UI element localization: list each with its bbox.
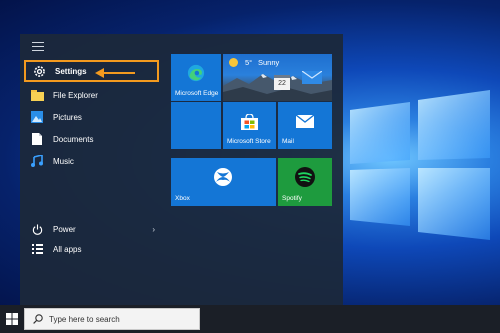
all-apps-label: All apps bbox=[53, 244, 82, 254]
weather-temp: 5° bbox=[245, 58, 253, 67]
power-icon bbox=[30, 222, 44, 236]
sidebar-item-label: Music bbox=[53, 156, 74, 166]
sidebar-item-label: Settings bbox=[55, 66, 87, 76]
arrow-annotation-icon bbox=[95, 68, 135, 78]
sun-icon bbox=[229, 58, 238, 67]
music-icon bbox=[30, 154, 44, 168]
tile-spotify[interactable]: Spotify bbox=[278, 158, 332, 206]
spotify-icon bbox=[295, 167, 315, 187]
sidebar-item-label: File Explorer bbox=[53, 90, 98, 100]
windows-logo-wallpaper bbox=[350, 90, 490, 240]
power-button[interactable]: Power › bbox=[24, 219, 159, 239]
pictures-icon bbox=[30, 110, 44, 124]
mail-icon bbox=[296, 115, 314, 128]
calendar-icon: 22 bbox=[274, 75, 290, 90]
tile-label: Spotify bbox=[282, 195, 302, 202]
taskbar: Type here to search bbox=[0, 305, 500, 333]
tile-label: Microsoft Store bbox=[227, 138, 271, 145]
mail-envelope-icon bbox=[302, 71, 322, 84]
weather-condition: Sunny bbox=[258, 58, 280, 67]
search-placeholder: Type here to search bbox=[49, 314, 120, 324]
tile-empty[interactable] bbox=[171, 102, 221, 149]
search-icon bbox=[33, 314, 43, 324]
store-bag-icon bbox=[241, 114, 258, 130]
document-icon bbox=[30, 132, 44, 146]
sidebar-item-music[interactable]: Music bbox=[24, 151, 158, 171]
all-apps-button[interactable]: All apps bbox=[24, 239, 158, 259]
calendar-day: 22 bbox=[278, 80, 286, 87]
folder-icon bbox=[30, 88, 44, 102]
tile-label: Mail bbox=[282, 138, 294, 145]
hamburger-menu-icon[interactable] bbox=[32, 42, 44, 52]
tile-weather[interactable]: 5° Sunny 22 bbox=[223, 54, 332, 101]
windows-start-icon[interactable] bbox=[6, 313, 18, 325]
tile-xbox[interactable]: Xbox bbox=[171, 158, 276, 206]
xbox-icon bbox=[214, 168, 232, 186]
chevron-right-icon: › bbox=[152, 224, 155, 234]
sidebar-item-pictures[interactable]: Pictures bbox=[24, 107, 158, 127]
tile-microsoft-edge[interactable]: Microsoft Edge bbox=[171, 54, 221, 101]
tile-label: Microsoft Edge bbox=[175, 90, 219, 97]
tile-label: Xbox bbox=[175, 195, 190, 202]
start-menu: Settings File Explorer Pictures Document… bbox=[20, 34, 343, 305]
all-apps-icon bbox=[30, 242, 44, 256]
taskbar-search-box[interactable]: Type here to search bbox=[24, 308, 200, 330]
sidebar-item-documents[interactable]: Documents bbox=[24, 129, 158, 149]
tile-mail[interactable]: Mail bbox=[278, 102, 332, 149]
sidebar-item-label: Documents bbox=[53, 134, 94, 144]
sidebar-item-settings[interactable]: Settings bbox=[24, 60, 159, 82]
edge-icon bbox=[187, 64, 205, 82]
sidebar-item-file-explorer[interactable]: File Explorer bbox=[24, 85, 158, 105]
power-label: Power bbox=[53, 224, 76, 234]
tile-microsoft-store[interactable]: Microsoft Store bbox=[223, 102, 276, 149]
gear-icon bbox=[32, 64, 46, 78]
sidebar-item-label: Pictures bbox=[53, 112, 82, 122]
